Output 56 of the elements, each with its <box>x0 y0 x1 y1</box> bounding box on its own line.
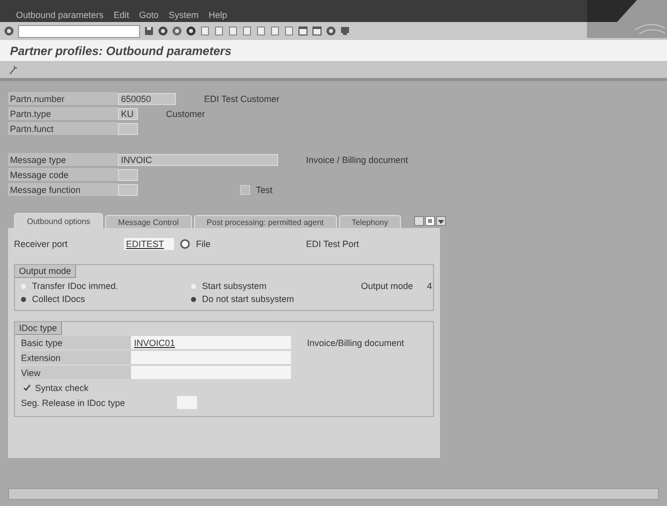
input-field[interactable] <box>118 184 138 196</box>
field-description: Customer <box>166 108 206 118</box>
input-field[interactable] <box>131 351 291 364</box>
command-field[interactable] <box>18 24 140 38</box>
group-title: IDoc type <box>15 322 62 335</box>
menu-item[interactable]: System <box>168 10 199 20</box>
field-label: Partn.number <box>8 92 118 105</box>
input-field[interactable]: INVOIC <box>118 154 278 166</box>
input-field[interactable]: EDITEST <box>124 238 174 250</box>
tab[interactable]: Outbound options <box>14 213 104 228</box>
screen-title: Partner profiles: Outbound parameters <box>10 44 232 58</box>
field-description: EDI Test Customer <box>204 94 280 104</box>
input-field[interactable] <box>118 168 138 180</box>
menu-item[interactable]: Help <box>208 10 228 20</box>
field-label: Basic type <box>21 336 131 349</box>
input-field[interactable] <box>118 122 138 134</box>
input-field[interactable]: KU <box>118 108 138 120</box>
field-label: Message code <box>8 168 118 181</box>
group-title: Output mode <box>15 265 76 278</box>
field-description: Invoice/Billing document <box>307 338 404 348</box>
tab[interactable]: Post processing: permitted agent <box>194 215 337 228</box>
field-label: Output mode <box>361 281 414 291</box>
port-type: File <box>196 239 212 249</box>
input-field[interactable] <box>131 366 291 379</box>
field-description: Invoice / Billing document <box>306 154 408 164</box>
dropdown-icon[interactable] <box>436 216 446 226</box>
field-label: Extension <box>21 351 131 364</box>
field-label: Partn.type <box>8 107 118 120</box>
circle-icon[interactable] <box>158 26 168 36</box>
save-icon[interactable] <box>144 26 154 36</box>
field-value: 4 <box>427 281 432 291</box>
window-icon[interactable] <box>312 26 322 36</box>
menu-item[interactable]: Edit <box>114 10 130 20</box>
menu-item[interactable]: Outbound parameters <box>16 10 104 20</box>
radio-button[interactable]: Collect IDocs <box>21 294 191 304</box>
field-label: Partn.funct <box>8 122 118 135</box>
circle-icon[interactable] <box>172 26 182 36</box>
field-label: View <box>21 366 131 379</box>
menu-item[interactable]: Goto <box>139 10 159 20</box>
input-field[interactable] <box>177 396 197 409</box>
field-label: Message type <box>8 153 118 166</box>
window-icon[interactable] <box>298 26 308 36</box>
field-label: Message function <box>8 183 118 196</box>
wand-icon[interactable] <box>8 64 18 74</box>
circle-icon[interactable] <box>186 26 196 36</box>
field-description: EDI Test Port <box>306 239 359 249</box>
field-label: Seg. Release in IDoc type <box>21 398 126 408</box>
field-label: Receiver port <box>14 239 69 249</box>
tab[interactable]: Message Control <box>105 215 192 228</box>
input-field[interactable]: 650050 <box>118 92 176 104</box>
input-field[interactable]: INVOIC01 <box>131 336 291 349</box>
syntax-check-checkbox[interactable]: Syntax check <box>15 380 95 395</box>
tab[interactable]: Telephony <box>338 215 402 228</box>
radio-button[interactable]: Start subsystem <box>191 281 361 291</box>
radio-button[interactable]: Transfer IDoc immed. <box>21 281 191 291</box>
radio-button[interactable]: Do not start subsystem <box>191 294 361 304</box>
